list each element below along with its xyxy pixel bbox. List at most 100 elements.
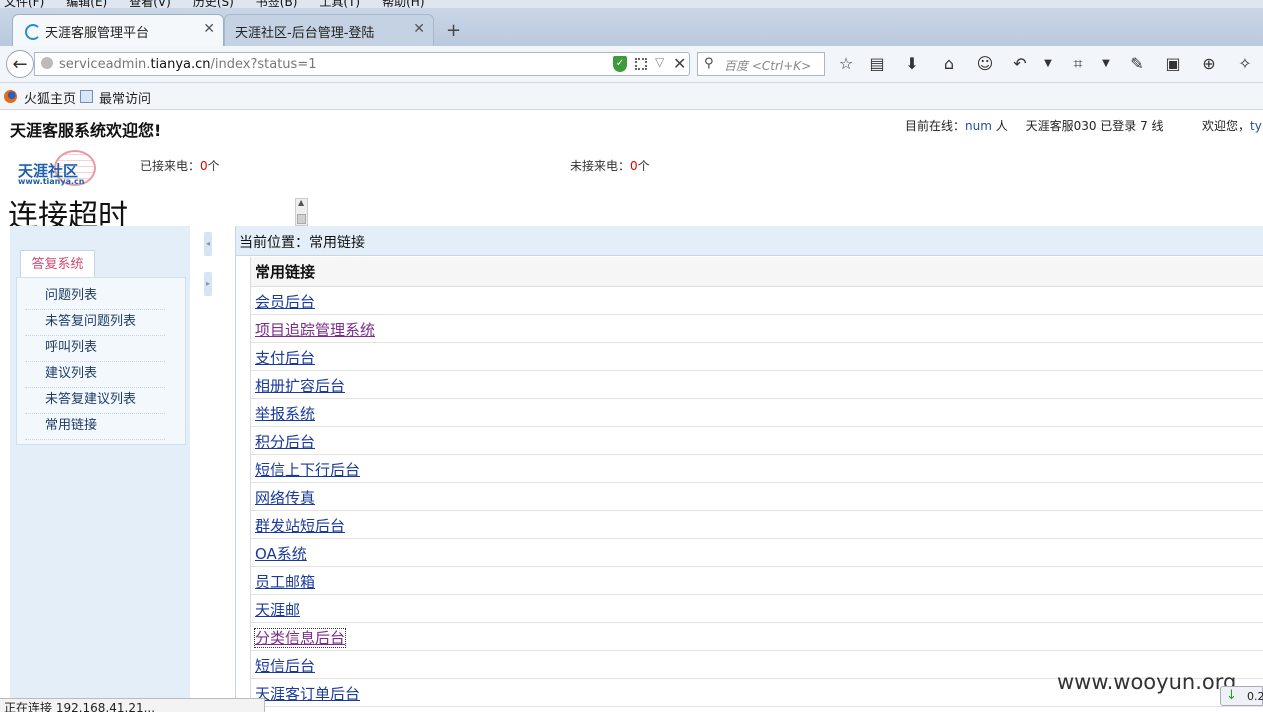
crop-icon[interactable]: ⌗	[1068, 55, 1088, 73]
globe-icon[interactable]: ⊕	[1199, 55, 1219, 73]
menu-bookmarks[interactable]: 书签(B)	[256, 0, 298, 8]
reader-icon[interactable]: ▣	[1163, 55, 1183, 73]
scroll-up-icon[interactable]: ▲	[298, 198, 304, 207]
nav-bar: ← serviceadmin.tianya.cn/index?status=1 …	[0, 46, 1263, 83]
tab-title: 天涯社区-后台管理-登陆	[235, 26, 375, 41]
close-icon[interactable]: ✕	[413, 21, 425, 37]
undo-icon[interactable]: ↶	[1010, 55, 1030, 73]
table-row: 举报系统	[251, 399, 1263, 427]
search-placeholder: 百度 <Ctrl+K>	[724, 59, 812, 73]
link-project-tracking[interactable]: 项目追踪管理系统	[255, 321, 375, 339]
sidebar: 答复系统 问题列表 未答复问题列表 呼叫列表 建议列表 未答复建议列表 常用链接	[10, 226, 190, 711]
table-row: 项目追踪管理系统	[251, 315, 1263, 343]
logo-url: www.tianya.cn	[18, 177, 85, 186]
table-row: 相册扩容后台	[251, 371, 1263, 399]
link-oa-system[interactable]: OA系统	[255, 545, 307, 563]
bookmark-firefox-home[interactable]: 火狐主页	[24, 88, 76, 107]
link-classified-admin[interactable]: 分类信息后台	[253, 628, 347, 648]
link-bulk-message[interactable]: 群发站短后台	[255, 517, 345, 535]
star-icon[interactable]: ☆	[836, 55, 856, 73]
username[interactable]: tyk	[1250, 119, 1263, 133]
collapse-left-icon[interactable]: ◂	[204, 232, 212, 256]
tab-strip: 天涯客服管理平台 ✕ 天涯社区-后台管理-登陆 ✕ +	[0, 8, 1263, 47]
menu-view[interactable]: 查看(V)	[129, 0, 171, 8]
table-row: 积分后台	[251, 427, 1263, 455]
table-row: 分类信息后台	[251, 623, 1263, 651]
link-payment-admin[interactable]: 支付后台	[255, 349, 315, 367]
status-bar: 正在连接 192.168.41.21...	[0, 698, 265, 712]
table-row: 网络传真	[251, 483, 1263, 511]
link-report-system[interactable]: 举报系统	[255, 405, 315, 423]
chat-icon[interactable]: ☺	[975, 55, 995, 73]
download-icon[interactable]: ⬇	[902, 55, 922, 73]
search-icon: ⚲	[704, 56, 714, 71]
answered-calls: 已接来电：0个	[140, 159, 220, 173]
breadcrumb: 当前位置：常用链接	[236, 226, 1263, 256]
bookmarks-bar: 火狐主页 最常访问	[0, 83, 1263, 110]
menu-tools[interactable]: 工具(T)	[319, 0, 360, 8]
sidebar-item-suggestion-list[interactable]: 建议列表	[25, 362, 165, 388]
url-bar[interactable]: serviceadmin.tianya.cn/index?status=1 ✓ …	[34, 52, 690, 76]
new-tab-icon[interactable]: +	[446, 20, 461, 41]
extension-icon[interactable]: ✧	[1235, 55, 1255, 73]
table-row: 群发站短后台	[251, 511, 1263, 539]
table-row: 员工邮箱	[251, 567, 1263, 595]
bookmark-most-visited[interactable]: 最常访问	[99, 88, 151, 107]
link-points-admin[interactable]: 积分后台	[255, 433, 315, 451]
loading-icon	[25, 24, 41, 40]
menu-help[interactable]: 帮助(H)	[382, 0, 424, 8]
expand-right-icon[interactable]: ▸	[204, 272, 212, 296]
table-row: 支付后台	[251, 343, 1263, 371]
link-member-admin[interactable]: 会员后台	[255, 293, 315, 311]
link-tianya-mail[interactable]: 天涯邮	[255, 601, 300, 619]
menu-file[interactable]: 文件(F)	[4, 0, 44, 8]
menu-bar: 文件(F) 编辑(E) 查看(V) 历史(S) 书签(B) 工具(T) 帮助(H)	[0, 0, 1263, 8]
reading-list-icon[interactable]: ▤	[867, 55, 887, 73]
online-status: 目前在线：num 人 天涯客服030 已登录 7 线	[905, 119, 1164, 133]
home-icon[interactable]: ⌂	[939, 55, 959, 73]
link-order-admin[interactable]: 天涯客订单后台	[255, 685, 360, 703]
close-icon[interactable]: ✕	[203, 21, 215, 37]
agent-status: 天涯客服030 已登录 7 线	[1025, 119, 1164, 133]
chevron-down-icon[interactable]: ▼	[1096, 55, 1116, 73]
frame-splitter[interactable]: ◂ ▸	[198, 226, 216, 711]
link-sms-admin[interactable]: 短信后台	[255, 657, 315, 675]
frame-scrollbar[interactable]: ▲	[295, 198, 308, 226]
table-row: 天涯邮	[251, 595, 1263, 623]
table-row: 会员后台	[251, 287, 1263, 315]
link-sms-updown[interactable]: 短信上下行后台	[255, 461, 360, 479]
menu-history[interactable]: 历史(S)	[193, 0, 234, 8]
back-button[interactable]: ←	[6, 50, 34, 78]
url-text: serviceadmin.tianya.cn/index?status=1	[59, 57, 317, 72]
search-bar[interactable]: ⚲ 百度 <Ctrl+K>	[697, 52, 825, 76]
timeout-frame: 连接超时	[8, 200, 298, 226]
download-value: 0.2	[1247, 690, 1263, 703]
table-header: 常用链接	[251, 257, 1263, 287]
chevron-down-icon[interactable]: ▽	[655, 55, 664, 69]
sidebar-item-unanswered-questions[interactable]: 未答复问题列表	[25, 310, 165, 336]
tab-title: 天涯客服管理平台	[45, 26, 150, 41]
download-badge[interactable]: ↓ 0.2	[1220, 686, 1263, 706]
scroll-thumb[interactable]	[297, 214, 306, 224]
shield-icon[interactable]: ✓	[613, 56, 627, 72]
watermark: www.wooyun.org	[1057, 670, 1237, 694]
table-row: OA系统	[251, 539, 1263, 567]
sidebar-item-call-list[interactable]: 呼叫列表	[25, 336, 165, 362]
sidebar-item-question-list[interactable]: 问题列表	[25, 284, 165, 310]
qr-code-icon[interactable]	[635, 58, 647, 70]
stop-icon[interactable]: ✕	[673, 54, 686, 73]
link-album-expansion[interactable]: 相册扩容后台	[255, 377, 345, 395]
tab-reply-system[interactable]: 答复系统	[20, 250, 95, 278]
tab-active[interactable]: 天涯客服管理平台 ✕	[12, 14, 224, 46]
link-staff-mail[interactable]: 员工邮箱	[255, 573, 315, 591]
comment-icon[interactable]: ✎	[1127, 55, 1147, 73]
sidebar-item-unanswered-suggestions[interactable]: 未答复建议列表	[25, 388, 165, 414]
menu-edit[interactable]: 编辑(E)	[66, 0, 107, 8]
page-title: 天涯客服系统欢迎您!	[10, 121, 162, 140]
tab-inactive[interactable]: 天涯社区-后台管理-登陆 ✕	[224, 14, 434, 46]
welcome-text: 欢迎您，tyk	[1202, 117, 1263, 134]
globe-icon	[41, 57, 53, 69]
link-network-fax[interactable]: 网络传真	[255, 489, 315, 507]
sidebar-item-common-links[interactable]: 常用链接	[25, 414, 165, 440]
chevron-down-icon[interactable]: ▼	[1038, 55, 1058, 73]
